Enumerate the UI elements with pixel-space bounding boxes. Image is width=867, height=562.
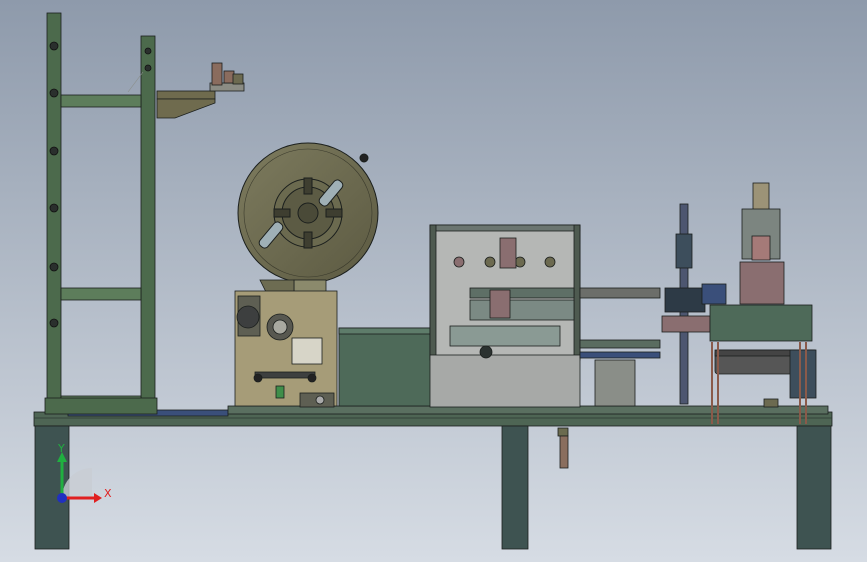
table-leg-middle bbox=[501, 425, 529, 550]
frame-post-right bbox=[140, 35, 156, 414]
right-mount-plate bbox=[709, 304, 813, 342]
table-leg-right bbox=[796, 425, 832, 550]
frame-crossbar-mid bbox=[60, 287, 142, 301]
triad-x-label: X bbox=[104, 487, 112, 500]
frame-foot bbox=[44, 397, 158, 415]
machine-assembly-drawing: Y X bbox=[0, 0, 867, 562]
triad-y-label: Y bbox=[57, 442, 65, 455]
frame-post-left bbox=[46, 12, 62, 414]
adjuster-foot-middle bbox=[557, 427, 569, 437]
drive-motor bbox=[236, 305, 260, 329]
drive-housing bbox=[234, 290, 338, 408]
press-base bbox=[429, 354, 581, 408]
adjuster-rod-middle bbox=[559, 435, 569, 469]
reel-hub bbox=[297, 202, 319, 224]
servo-motor bbox=[752, 182, 770, 214]
material-reel bbox=[237, 142, 379, 284]
control-cabinet bbox=[338, 327, 432, 407]
frame-crossbar-top bbox=[60, 94, 142, 108]
cad-viewport[interactable]: Y X bbox=[0, 0, 867, 562]
